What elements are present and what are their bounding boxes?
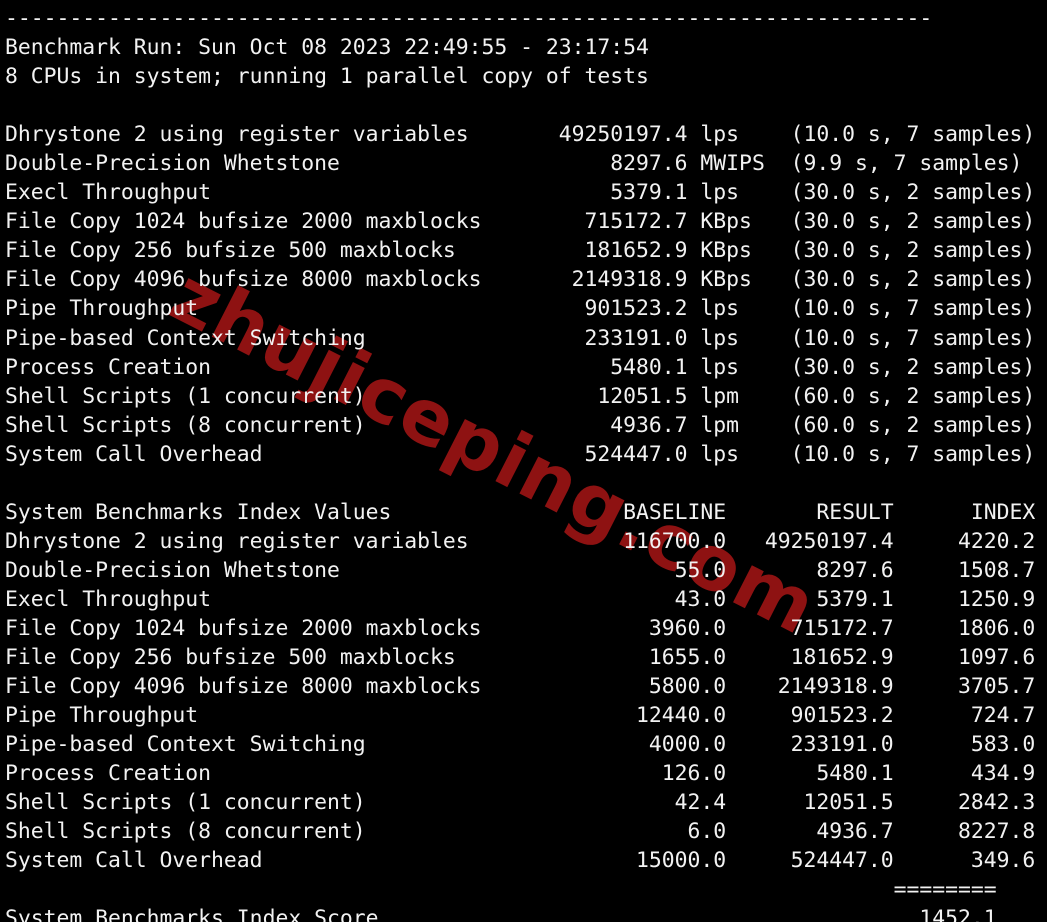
console-line: File Copy 4096 bufsize 8000 maxblocks 58… <box>5 674 1036 700</box>
console-line: System Call Overhead 15000.0 524447.0 34… <box>5 848 1036 874</box>
console-line: Benchmark Run: Sun Oct 08 2023 22:49:55 … <box>5 35 649 61</box>
console-line: 8 CPUs in system; running 1 parallel cop… <box>5 64 649 90</box>
console-line: ----------------------------------------… <box>5 6 933 31</box>
console-line: Shell Scripts (8 concurrent) 6.0 4936.7 … <box>5 819 1036 845</box>
console-line: File Copy 1024 bufsize 2000 maxblocks 39… <box>5 615 1036 641</box>
console-line: ======== <box>5 877 997 903</box>
console-line: Shell Scripts (8 concurrent) 4936.7 lpm … <box>5 412 1036 438</box>
console-line: Shell Scripts (1 concurrent) 42.4 12051.… <box>5 790 1036 816</box>
console-line: Pipe-based Context Switching 4000.0 2331… <box>5 732 1036 758</box>
console-line: File Copy 1024 bufsize 2000 maxblocks 71… <box>5 209 1036 235</box>
console-line: File Copy 256 bufsize 500 maxblocks 1655… <box>5 645 1036 671</box>
console-line: Dhrystone 2 using register variables 492… <box>5 122 1036 148</box>
console-line: Double-Precision Whetstone 55.0 8297.6 1… <box>5 557 1036 583</box>
benchmark-output-text: ----------------------------------------… <box>0 0 1035 922</box>
console-line: Process Creation 5480.1 lps (30.0 s, 2 s… <box>5 354 1036 380</box>
console-line: Pipe Throughput 901523.2 lps (10.0 s, 7 … <box>5 296 1036 322</box>
console-line: System Call Overhead 524447.0 lps (10.0 … <box>5 441 1036 467</box>
console-line: Dhrystone 2 using register variables 116… <box>5 528 1036 554</box>
console-line: Execl Throughput 5379.1 lps (30.0 s, 2 s… <box>5 180 1036 206</box>
console-line: Process Creation 126.0 5480.1 434.9 <box>5 761 1036 787</box>
console-line: Pipe-based Context Switching 233191.0 lp… <box>5 325 1036 351</box>
console-line: System Benchmarks Index Values BASELINE … <box>5 499 1036 525</box>
console-line: Pipe Throughput 12440.0 901523.2 724.7 <box>5 703 1036 729</box>
console-line: File Copy 256 bufsize 500 maxblocks 1816… <box>5 238 1036 264</box>
console-line: File Copy 4096 bufsize 8000 maxblocks 21… <box>5 267 1036 293</box>
console-line: System Benchmarks Index Score 1452.1 <box>5 906 997 922</box>
console-line: Double-Precision Whetstone 8297.6 MWIPS … <box>5 151 1023 177</box>
console-line: Execl Throughput 43.0 5379.1 1250.9 <box>5 586 1036 612</box>
terminal-window: zhujiceping.com ------------------------… <box>0 0 1047 922</box>
console-line: Shell Scripts (1 concurrent) 12051.5 lpm… <box>5 383 1036 409</box>
